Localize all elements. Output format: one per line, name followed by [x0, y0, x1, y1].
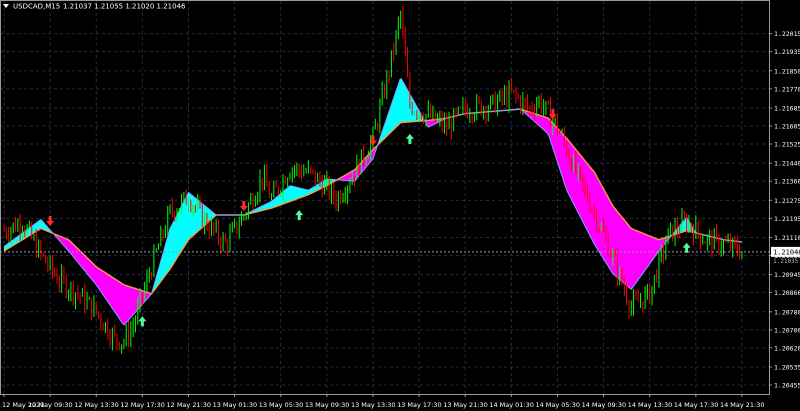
- x-tick-label: 13 May 17:30: [397, 401, 442, 409]
- chart-header: USDCAD,M15 1.21037 1.21055 1.21020 1.210…: [3, 3, 186, 11]
- x-tick-label: 14 May 05:30: [535, 401, 580, 409]
- x-tick-label: 12 May 17:30: [120, 401, 165, 409]
- y-tick-label: 1.21110: [774, 234, 800, 242]
- y-tick-label: 1.20945: [774, 271, 800, 279]
- y-tick-label: 1.20700: [774, 326, 800, 334]
- symbol-timeframe: USDCAD,M15: [13, 3, 60, 11]
- x-tick-label: 13 May 13:30: [351, 401, 396, 409]
- x-tick-label: 14 May 21:30: [720, 401, 765, 409]
- x-tick-label: 13 May 21:30: [443, 401, 488, 409]
- ohlc-values: 1.21037 1.21055 1.21020 1.21046: [63, 3, 186, 11]
- y-tick-label: 1.20866: [774, 289, 800, 297]
- y-tick-label: 1.20780: [774, 308, 800, 316]
- x-tick-label: 13 May 01:30: [213, 401, 258, 409]
- x-tick-label: 12 May 21:30: [166, 401, 211, 409]
- y-tick-label: 1.20455: [774, 381, 800, 389]
- secondary-price-label: 1.21035: [773, 258, 799, 265]
- x-tick-label: 13 May 05:30: [259, 401, 304, 409]
- y-tick-label: 1.21440: [774, 160, 800, 168]
- x-tick-label: 14 May 01:30: [489, 401, 534, 409]
- y-tick-label: 1.20535: [774, 363, 800, 371]
- y-tick-label: 1.21360: [774, 178, 800, 186]
- x-tick-label: 12 May 09:30: [28, 401, 73, 409]
- x-tick-label: 14 May 13:30: [628, 401, 673, 409]
- y-tick-label: 1.21605: [774, 122, 800, 130]
- y-tick-label: 1.21195: [774, 215, 800, 223]
- y-tick-label: 1.20620: [774, 344, 800, 352]
- y-tick-label: 1.21275: [774, 197, 800, 205]
- y-tick-label: 1.21685: [774, 104, 800, 112]
- x-tick-label: 14 May 17:30: [674, 401, 719, 409]
- x-tick-label: 12 May 13:30: [74, 401, 119, 409]
- y-tick-label: 1.21770: [774, 85, 800, 93]
- current-price-badge: 1.21046 1.21035: [771, 246, 800, 265]
- y-tick-label: 1.21525: [774, 141, 800, 149]
- chart-background: [0, 0, 800, 411]
- x-tick-label: 14 May 09:30: [582, 401, 627, 409]
- y-tick-label: 1.22015: [774, 30, 800, 38]
- y-tick-label: 1.21935: [774, 48, 800, 56]
- current-price-label: 1.21046: [773, 248, 800, 256]
- y-tick-label: 1.21850: [774, 67, 800, 75]
- price-chart[interactable]: 1.22015 1.21935 1.21850 1.21770 1.21685 1.216…: [0, 0, 800, 411]
- x-tick-label: 13 May 09:30: [305, 401, 350, 409]
